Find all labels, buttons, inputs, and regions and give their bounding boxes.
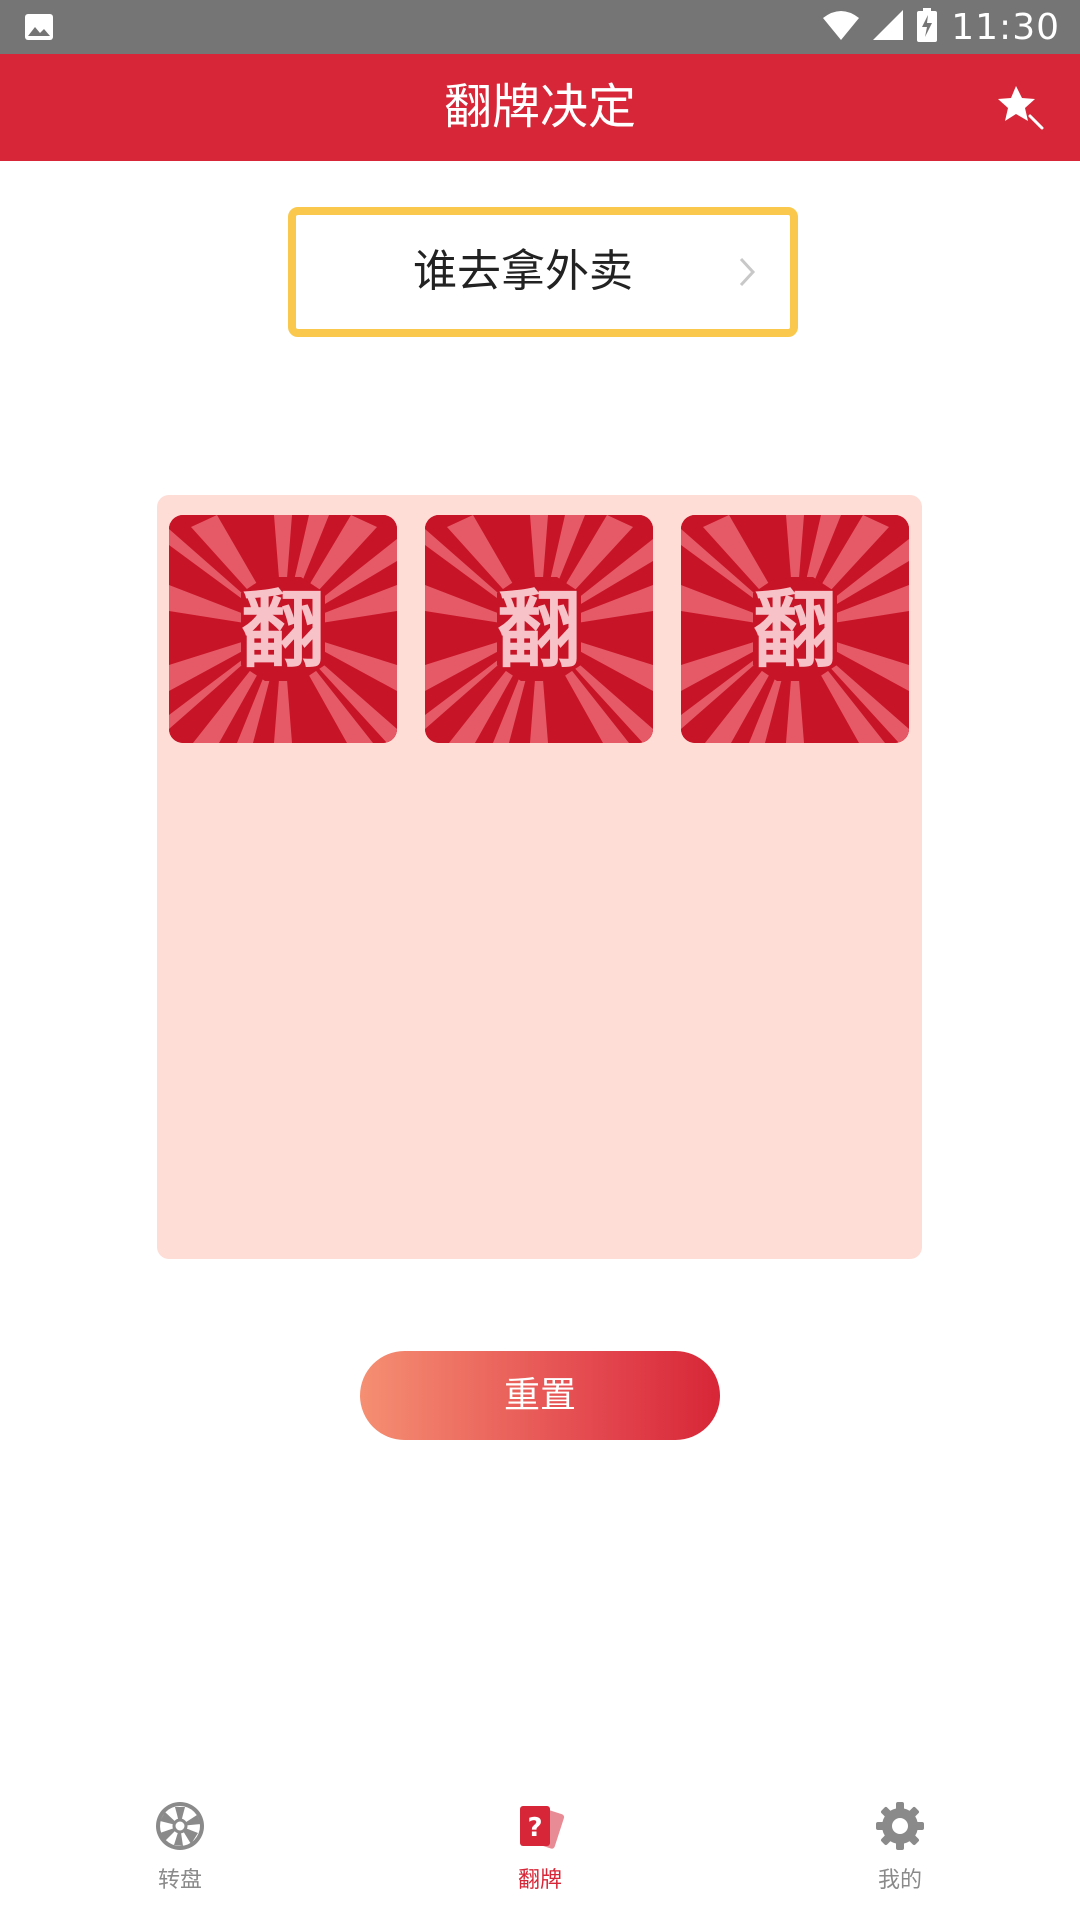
card-board: 翻 翻 翻 bbox=[157, 495, 922, 1259]
nav-item-flip[interactable]: ? 翻牌 bbox=[440, 1778, 640, 1920]
app-bar: 翻牌决定 bbox=[0, 54, 1080, 161]
nav-label: 转盘 bbox=[157, 1868, 202, 1893]
gear-icon bbox=[874, 1800, 926, 1852]
status-bar: 11:30 bbox=[0, 0, 1080, 54]
svg-text:?: ? bbox=[527, 1813, 542, 1843]
topic-label: 谁去拿外卖 bbox=[413, 246, 633, 297]
flip-card-icon: ? bbox=[514, 1800, 566, 1852]
page-title: 翻牌决定 bbox=[443, 79, 636, 135]
card-sunburst-art: 翻 bbox=[169, 515, 397, 743]
signal-icon bbox=[873, 10, 904, 44]
card-glyph: 翻 bbox=[497, 581, 581, 679]
card-sunburst-art: 翻 bbox=[681, 515, 909, 743]
topic-selector[interactable]: 谁去拿外卖 bbox=[288, 207, 798, 337]
image-icon bbox=[24, 13, 54, 45]
magic-wand-star-icon[interactable] bbox=[996, 82, 1050, 136]
nav-item-wheel[interactable]: 转盘 bbox=[80, 1778, 280, 1920]
card-glyph: 翻 bbox=[241, 581, 325, 679]
wheel-icon bbox=[154, 1800, 206, 1852]
card-sunburst-art: 翻 bbox=[425, 515, 653, 743]
reset-button[interactable]: 重置 bbox=[360, 1351, 720, 1440]
clock: 11:30 bbox=[951, 6, 1060, 48]
flip-card-2[interactable]: 翻 bbox=[425, 515, 653, 743]
chevron-right-icon bbox=[738, 256, 756, 292]
wifi-icon bbox=[823, 10, 860, 44]
card-glyph: 翻 bbox=[753, 581, 837, 679]
bottom-nav: 转盘 ? 翻牌 我的 bbox=[0, 1778, 1080, 1920]
flip-card-3[interactable]: 翻 bbox=[681, 515, 909, 743]
nav-label: 我的 bbox=[877, 1868, 922, 1893]
battery-charging-icon bbox=[917, 8, 938, 46]
nav-label: 翻牌 bbox=[517, 1868, 562, 1893]
nav-item-mine[interactable]: 我的 bbox=[800, 1778, 1000, 1920]
flip-card-1[interactable]: 翻 bbox=[169, 515, 397, 743]
